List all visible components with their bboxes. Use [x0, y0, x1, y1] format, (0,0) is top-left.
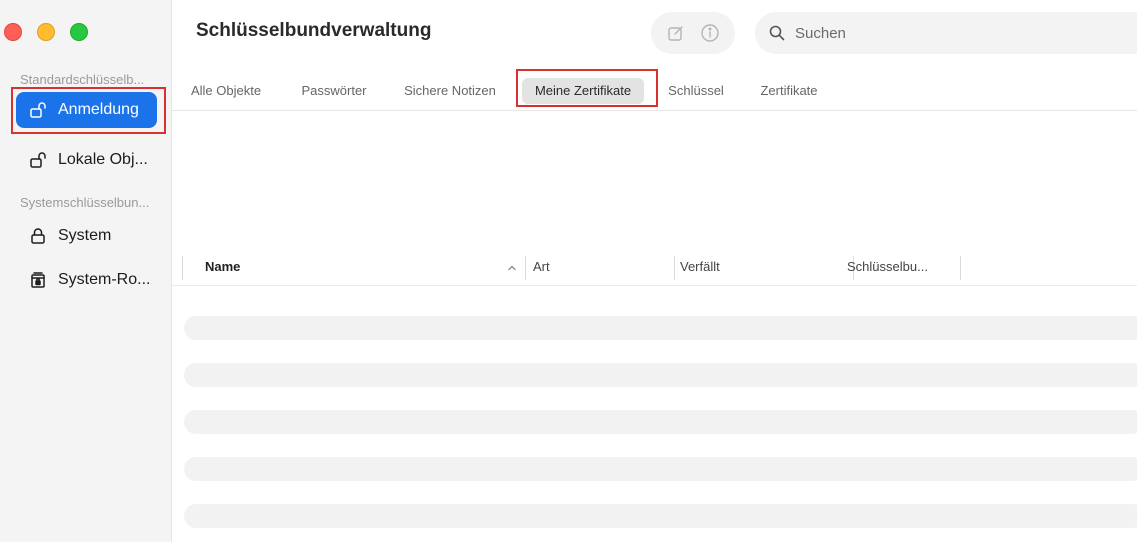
sidebar-item-lokale-objekte[interactable]: Lokale Obj...: [16, 142, 157, 178]
cabinet-lock-icon: [28, 270, 48, 290]
column-separator[interactable]: [525, 256, 526, 280]
sidebar-item-label: Lokale Obj...: [58, 151, 148, 168]
sidebar: Standardschlüsselb... Anmeldung Lokale O…: [0, 0, 172, 542]
empty-row-stripe: [184, 410, 1137, 434]
minimize-button[interactable]: [37, 23, 55, 41]
compose-icon[interactable]: [663, 20, 689, 46]
tab-zertifikate[interactable]: Zertifikate: [752, 78, 826, 104]
column-header-verfaellt[interactable]: Verfällt: [680, 259, 720, 274]
empty-row-stripe: [184, 457, 1137, 481]
empty-row-stripe: [184, 316, 1137, 340]
info-icon[interactable]: [697, 20, 723, 46]
close-button[interactable]: [4, 23, 22, 41]
column-separator[interactable]: [674, 256, 675, 280]
empty-row-stripe: [184, 504, 1137, 528]
sidebar-item-label: System: [58, 227, 112, 244]
chevron-up-icon[interactable]: [506, 262, 518, 274]
annotation-highlight-tab: [516, 69, 658, 107]
column-header-schluesselbund[interactable]: Schlüsselbu...: [847, 259, 928, 274]
search-input[interactable]: [795, 24, 1095, 42]
table-header: Name Art Verfällt Schlüsselbu...: [172, 254, 1137, 284]
window-title: Schlüsselbundverwaltung: [196, 20, 432, 41]
lock-open-icon: [28, 150, 48, 170]
keychain-window: Standardschlüsselb... Anmeldung Lokale O…: [0, 0, 1137, 542]
tab-schluessel[interactable]: Schlüssel: [660, 78, 732, 104]
tab-sichere-notizen[interactable]: Sichere Notizen: [398, 78, 502, 104]
column-separator: [182, 256, 183, 280]
divider: [172, 110, 1137, 111]
toolbar-button-group: [651, 12, 735, 54]
lock-icon: [28, 226, 48, 246]
sidebar-item-system[interactable]: System: [16, 218, 157, 254]
sidebar-section-system-keychains: Systemschlüsselbun...: [20, 195, 150, 210]
column-header-art[interactable]: Art: [533, 259, 550, 274]
divider: [172, 285, 1137, 286]
sidebar-item-system-roots[interactable]: System-Ro...: [16, 262, 157, 298]
sidebar-section-default-keychains: Standardschlüsselb...: [20, 72, 145, 87]
search-field[interactable]: [755, 12, 1137, 54]
tab-passwoerter[interactable]: Passwörter: [296, 78, 372, 104]
empty-row-stripe: [184, 363, 1137, 387]
annotation-highlight-sidebar: [11, 87, 166, 134]
search-icon: [767, 23, 787, 43]
zoom-button[interactable]: [70, 23, 88, 41]
column-separator[interactable]: [960, 256, 961, 280]
sidebar-item-label: System-Ro...: [58, 271, 151, 288]
column-header-name[interactable]: Name: [205, 259, 240, 274]
tab-alle-objekte[interactable]: Alle Objekte: [186, 78, 266, 104]
